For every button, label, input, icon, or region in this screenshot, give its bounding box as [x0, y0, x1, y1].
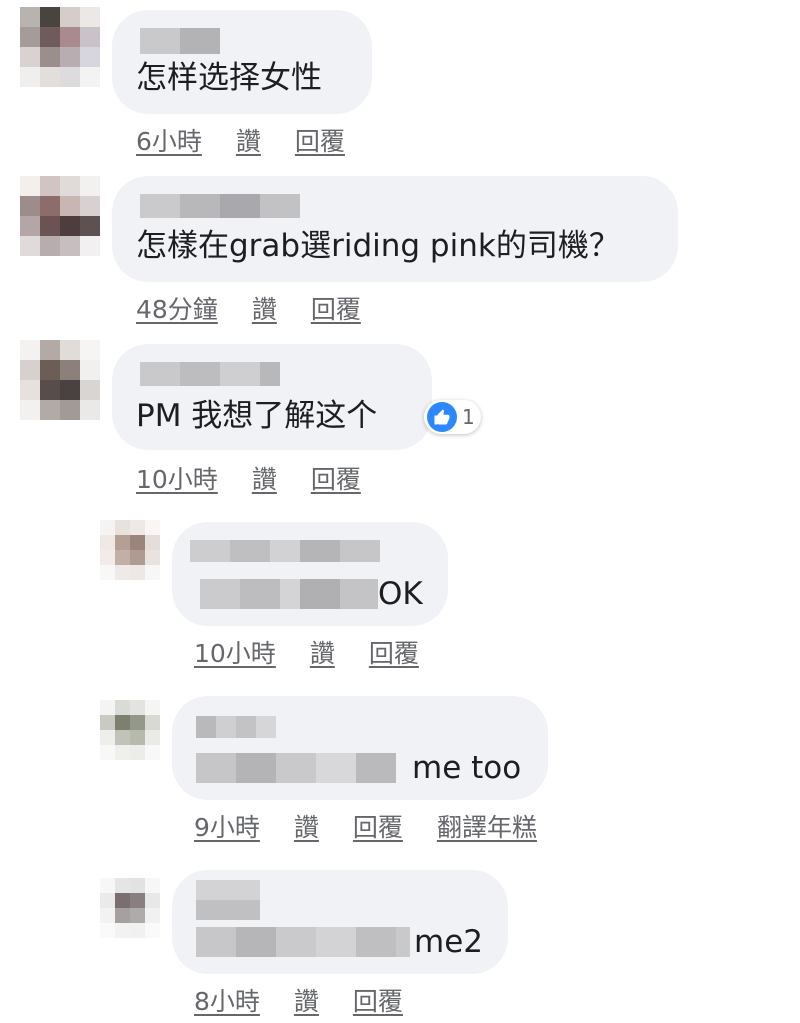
- timestamp-link[interactable]: 8小時: [194, 982, 260, 1018]
- comment-actions: 10小時 讚 回覆: [194, 634, 453, 670]
- comment-actions: 48分鐘 讚 回覆: [136, 290, 395, 326]
- like-link[interactable]: 讚: [236, 122, 261, 158]
- author-name-blurred[interactable]: [140, 28, 220, 54]
- like-link[interactable]: 讚: [252, 290, 277, 326]
- timestamp-link[interactable]: 10小時: [194, 634, 276, 670]
- comment-text-row: 怎样选择女性: [136, 58, 322, 98]
- timestamp-link[interactable]: 10小時: [136, 460, 218, 496]
- author-name-blurred[interactable]: [196, 880, 260, 920]
- comment-actions: 10小時 讚 回覆: [136, 460, 395, 496]
- reply-link[interactable]: 回覆: [295, 122, 345, 158]
- comment-text-row: me too: [196, 748, 521, 788]
- comment-actions: 9小時 讚 回覆 翻譯年糕: [194, 808, 571, 844]
- like-link[interactable]: 讚: [294, 808, 319, 844]
- reaction-badge[interactable]: 1: [424, 400, 481, 434]
- author-name-blurred[interactable]: [196, 716, 276, 738]
- author-name-blurred[interactable]: [140, 194, 300, 218]
- like-link[interactable]: 讚: [252, 460, 277, 496]
- comment-text: me too: [412, 750, 522, 786]
- timestamp-link[interactable]: 6小時: [136, 122, 202, 158]
- comment-text: PM 我想了解这个: [136, 398, 378, 434]
- reply-link[interactable]: 回覆: [311, 460, 361, 496]
- author-name-blurred[interactable]: [190, 540, 380, 562]
- blurred-text: [196, 753, 402, 783]
- blurred-text: [200, 579, 378, 609]
- avatar[interactable]: [100, 700, 160, 760]
- author-name-blurred[interactable]: [140, 362, 280, 386]
- comment-actions: 6小時 讚 回覆: [136, 122, 379, 158]
- like-link[interactable]: 讚: [310, 634, 335, 670]
- timestamp-link[interactable]: 48分鐘: [136, 290, 218, 326]
- comment-text: 怎樣在grab選riding pink的司機？: [136, 228, 620, 264]
- avatar[interactable]: [100, 878, 160, 938]
- like-link[interactable]: 讚: [294, 982, 319, 1018]
- timestamp-link[interactable]: 9小時: [194, 808, 260, 844]
- comment-text-row: me2: [196, 922, 483, 962]
- avatar[interactable]: [20, 340, 100, 420]
- comment-text: me2: [414, 924, 483, 960]
- reply-link[interactable]: 回覆: [353, 808, 403, 844]
- comment-text-row: OK: [200, 574, 423, 614]
- like-icon: [427, 402, 457, 432]
- comment-text: OK: [378, 576, 423, 612]
- reply-link[interactable]: 回覆: [369, 634, 419, 670]
- comment-text-row: PM 我想了解这个: [136, 396, 377, 436]
- comment-text: 怎样选择女性: [136, 60, 322, 96]
- comment-actions: 8小時 讚 回覆: [194, 982, 437, 1018]
- translate-link[interactable]: 翻譯年糕: [437, 808, 537, 844]
- avatar[interactable]: [100, 520, 160, 580]
- reply-link[interactable]: 回覆: [353, 982, 403, 1018]
- reply-link[interactable]: 回覆: [311, 290, 361, 326]
- blurred-text: [196, 927, 410, 957]
- avatar[interactable]: [20, 7, 100, 87]
- avatar[interactable]: [20, 176, 100, 256]
- reaction-count: 1: [462, 405, 475, 429]
- comment-text-row: 怎樣在grab選riding pink的司機？: [136, 226, 620, 266]
